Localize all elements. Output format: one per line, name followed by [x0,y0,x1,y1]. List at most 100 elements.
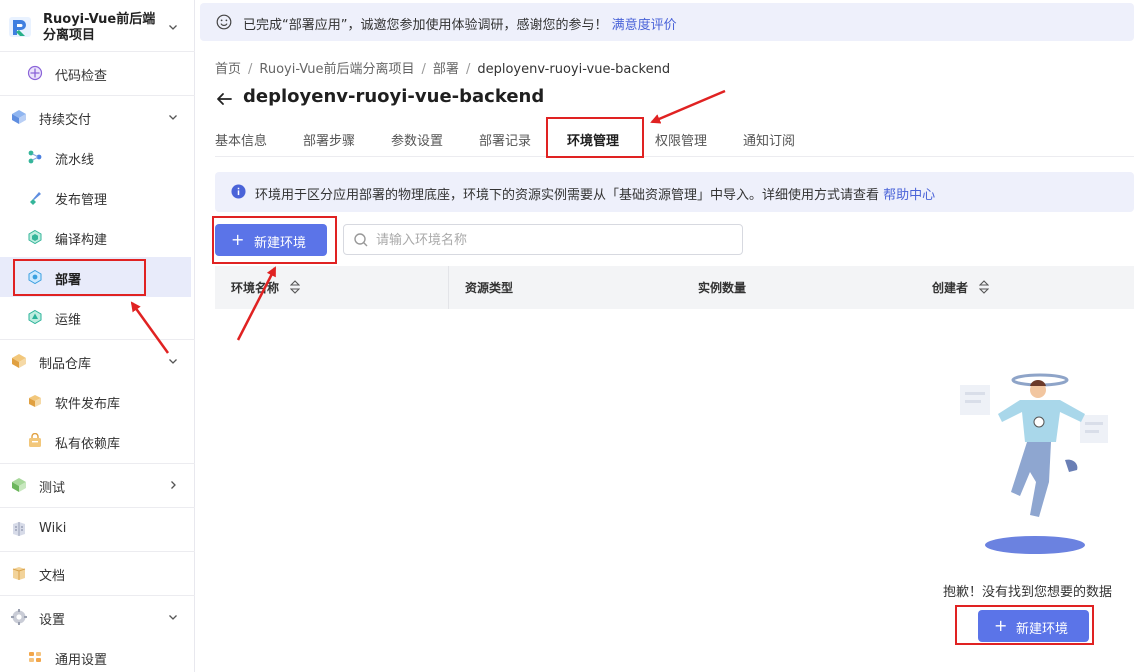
banner-text: 已完成“部署应用”，诚邀您参加使用体验调研，感谢您的参与！ [243,18,608,33]
chevron-down-icon[interactable] [168,22,178,32]
sidebar-item-docs[interactable]: 文档 [0,553,195,593]
sidebar-group-test[interactable]: 测试 [0,465,195,505]
tab-params[interactable]: 参数设置 [391,130,443,149]
sidebar-item-label: 运维 [55,313,82,328]
divider [0,551,195,552]
sidebar-item-label: 制品仓库 [39,357,92,372]
arrow-to-env-tab [650,89,726,124]
tab-permissions[interactable]: 权限管理 [655,130,707,149]
highlight-box-new-env [212,216,337,264]
help-center-link[interactable]: 帮助中心 [883,188,935,203]
chevron-down-icon [168,112,178,122]
sidebar-item-label: 编译构建 [55,233,108,248]
info-text: 环境用于区分应用部署的物理底座，环境下的资源实例需要从「基础资源管理」中导入。详… [255,188,880,203]
artifact-icon [12,354,26,368]
chevron-right-icon [168,480,178,490]
project-switcher[interactable]: Ruoyi-Vue前后端分离项目 [0,0,195,52]
breadcrumb-home[interactable]: 首页 [215,62,241,77]
tab-deploy-records[interactable]: 部署记录 [479,130,531,149]
breadcrumb-project[interactable]: Ruoyi-Vue前后端分离项目 [259,62,414,77]
delivery-icon [12,110,26,124]
divider [0,507,195,508]
code-inspect-icon [27,65,43,81]
sidebar-item-software-repo[interactable]: 软件发布库 [0,381,195,421]
column-instance-count: 实例数量 [698,281,747,295]
satisfaction-survey-link[interactable]: 满意度评价 [612,18,677,33]
test-icon [12,478,26,492]
sidebar-item-label: 发布管理 [55,193,108,208]
search-icon [354,233,368,247]
sidebar-group-artifact[interactable]: 制品仓库 [0,341,195,381]
general-settings-icon [29,652,41,662]
sidebar-item-wiki[interactable]: Wiki [0,509,195,549]
column-env-name[interactable]: 环境名称 [231,279,279,296]
smile-icon [216,14,232,30]
project-logo-icon [9,17,31,37]
sidebar-item-label: 文档 [39,569,66,584]
chevron-down-icon [168,356,178,366]
chevron-down-icon [168,612,178,622]
sidebar-item-general-settings[interactable]: 通用设置 [0,637,195,672]
release-icon [30,192,41,205]
column-divider[interactable] [448,266,449,309]
search-input[interactable] [376,231,726,249]
settings-icon [11,609,27,625]
divider [0,339,195,340]
column-resource-type: 资源类型 [465,281,514,295]
ops-icon [28,309,42,325]
breadcrumb-deploy[interactable]: 部署 [433,62,459,77]
private-dep-icon [29,433,41,447]
sidebar-item-label: 测试 [39,481,66,496]
survey-banner: 已完成“部署应用”，诚邀您参加使用体验调研，感谢您的参与！ 满意度评价 [200,3,1134,41]
page-title: deployenv-ruoyi-vue-backend [243,86,545,107]
sidebar-group-settings[interactable]: 设置 [0,597,195,637]
table-header: 环境名称 资源类型 实例数量 创建者 [215,266,1134,309]
breadcrumb-current: deployenv-ruoyi-vue-backend [477,62,671,77]
back-arrow-icon[interactable] [215,90,233,108]
divider [0,463,195,464]
tab-deploy-steps[interactable]: 部署步骤 [303,130,355,149]
tab-underline [215,156,1134,157]
column-creator[interactable]: 创建者 [932,279,968,296]
build-icon [28,229,42,245]
divider [0,95,195,96]
project-name: Ruoyi-Vue前后端分离项目 [43,12,156,43]
info-icon [231,184,246,199]
sidebar-item-ops[interactable]: 运维 [0,297,195,337]
breadcrumb-separator: / [421,62,426,77]
highlight-box-env-tab [546,117,644,158]
sidebar-item-label: 私有依赖库 [55,437,121,452]
sidebar-item-label: 软件发布库 [55,397,121,412]
sidebar-item-label: 流水线 [55,153,95,168]
docs-icon [12,567,26,580]
empty-state-text: 抱歉！没有找到您想要的数据 [943,585,1113,600]
tab-basic-info[interactable]: 基本信息 [215,130,267,149]
sidebar: Ruoyi-Vue前后端分离项目 代码检查 持续交付 流水线 发布管理 编译构建… [0,0,195,672]
breadcrumb-separator: / [465,62,471,77]
wiki-icon [13,522,25,536]
highlight-box-empty-new-env [955,605,1094,645]
sidebar-item-label: 持续交付 [39,113,92,128]
sidebar-item-release[interactable]: 发布管理 [0,177,195,217]
info-banner: 环境用于区分应用部署的物理底座，环境下的资源实例需要从「基础资源管理」中导入。详… [215,172,1134,212]
sort-icon[interactable] [979,280,989,294]
sidebar-item-label: 设置 [39,613,66,628]
sidebar-item-build[interactable]: 编译构建 [0,217,195,257]
sidebar-item-label: 代码检查 [55,69,108,84]
divider [0,595,195,596]
sidebar-item-label: 通用设置 [55,653,108,668]
breadcrumb-separator: / [248,62,253,77]
sort-icon[interactable] [290,280,300,294]
sidebar-item-code-inspect[interactable]: 代码检查 [0,53,195,93]
sidebar-item-label: Wiki [39,521,67,536]
breadcrumb: 首页 / Ruoyi-Vue前后端分离项目 / 部署 / deployenv-ruoyi-v… [215,58,670,77]
sidebar-item-private-dep[interactable]: 私有依赖库 [0,421,195,461]
highlight-box-deploy [13,259,146,296]
sidebar-group-delivery[interactable]: 持续交付 [0,97,195,137]
tab-notifications[interactable]: 通知订阅 [743,130,795,149]
sidebar-item-pipeline[interactable]: 流水线 [0,137,195,177]
environment-search[interactable] [343,224,743,255]
pipeline-icon [28,150,42,164]
empty-state-illustration [960,373,1108,554]
software-repo-icon [29,395,41,407]
